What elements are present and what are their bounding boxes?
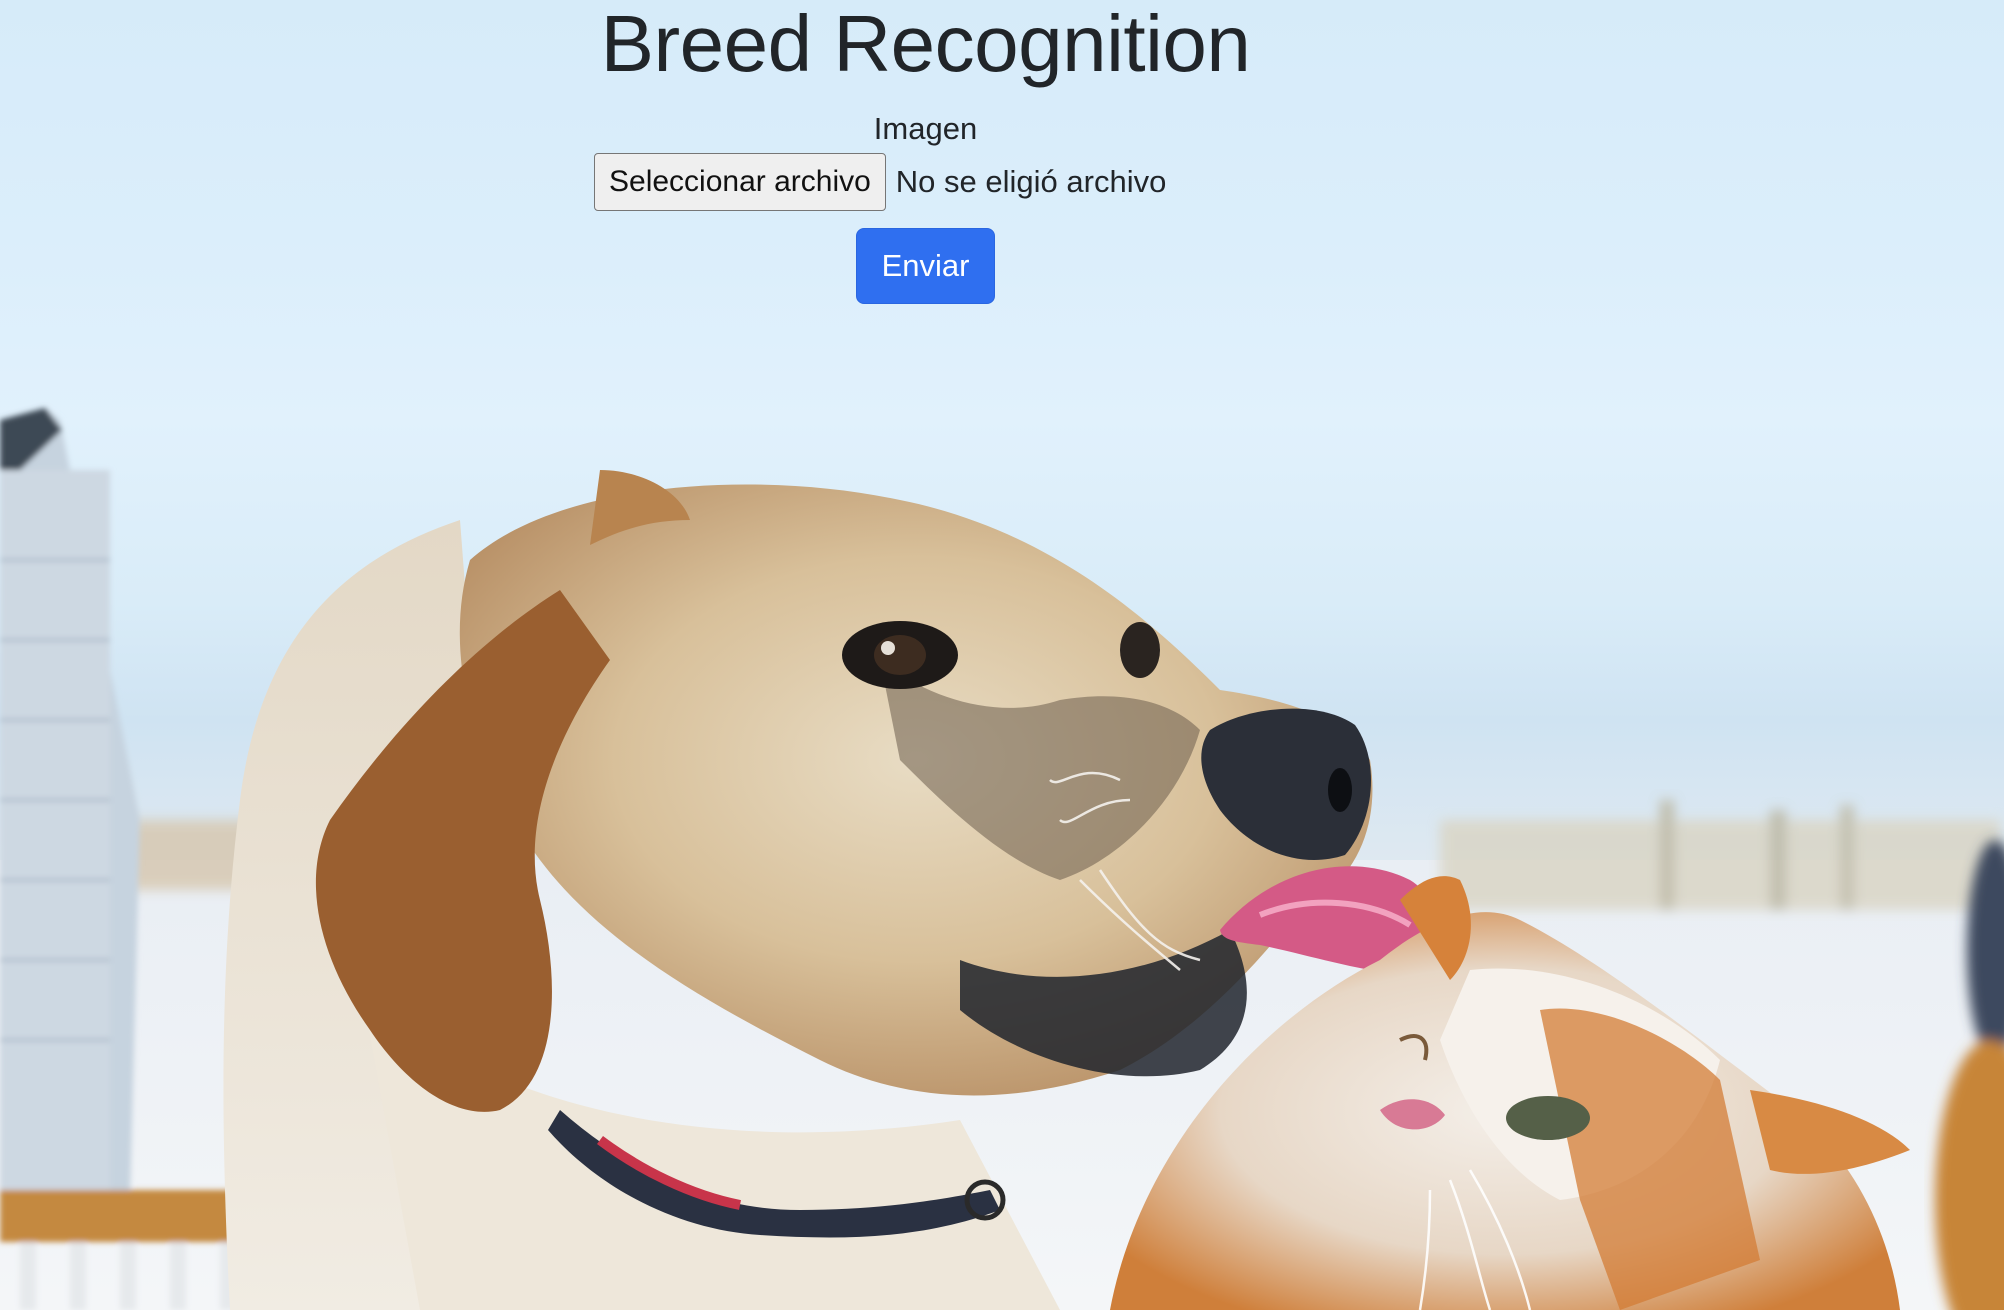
file-status-text: No se eligió archivo	[895, 164, 1167, 199]
choose-file-button[interactable]: Seleccionar archivo	[594, 153, 886, 211]
file-input[interactable]: Seleccionar archivo No se eligió archivo	[594, 153, 1166, 211]
submit-button[interactable]: Enviar	[856, 228, 995, 304]
image-field-label: Imagen	[873, 111, 978, 146]
page-title: Breed Recognition	[600, 0, 1251, 88]
